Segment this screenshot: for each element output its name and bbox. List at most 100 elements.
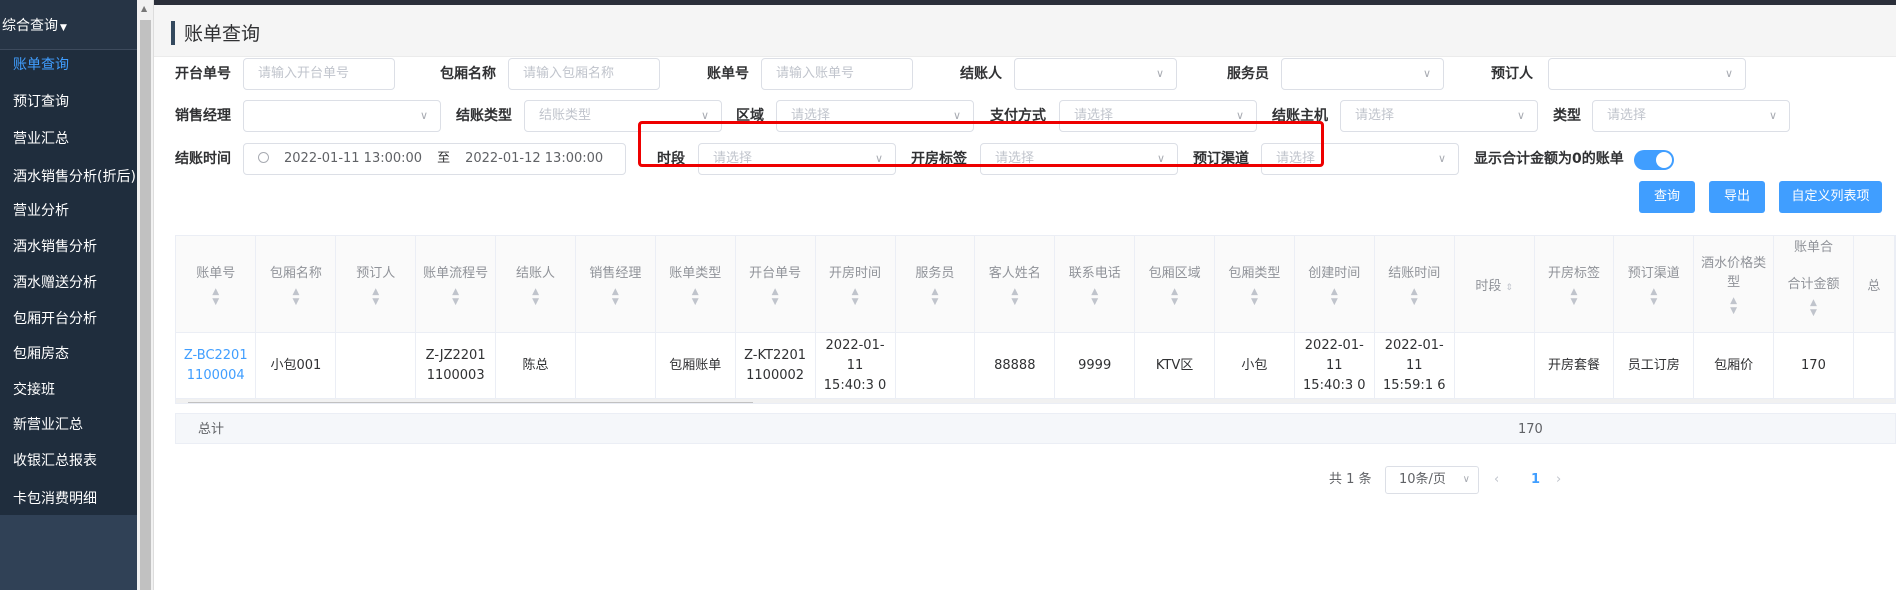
- table-header[interactable]: 结账时间 ▲ ▼: [1374, 236, 1455, 333]
- date-range-separator: 至: [437, 151, 451, 166]
- sort-icon[interactable]: ▲ ▼: [1141, 287, 1208, 307]
- sidebar-group-header[interactable]: 综合查询 ▼: [0, 0, 137, 50]
- table-header[interactable]: 开房时间 ▲ ▼: [815, 236, 896, 333]
- table-header[interactable]: 时段 ⇕: [1454, 236, 1535, 333]
- sidebar-item-bill-query[interactable]: 账单查询: [0, 50, 137, 86]
- table-header-row: 账单号 ▲ ▼ 包厢名称 ▲ ▼ 预订人 ▲ ▼ 账单流程号 ▲ ▼ 结账人 ▲ ▼ 销售经理 ▲ ▼ …: [176, 236, 1895, 333]
- type-select[interactable]: 请选择 ∨: [1592, 100, 1790, 132]
- table-header[interactable]: 客人姓名 ▲ ▼: [974, 236, 1056, 333]
- table-header[interactable]: 服务员 ▲ ▼: [895, 236, 976, 333]
- sidebar-item-drinks-sales[interactable]: 酒水销售分析: [0, 229, 137, 265]
- sidebar-item-booking-query[interactable]: 预订查询: [0, 86, 137, 121]
- page-title-bar: 账单查询: [154, 5, 1896, 57]
- column-label: 服务员: [915, 265, 955, 281]
- sort-icon[interactable]: ▲ ▼: [822, 287, 889, 307]
- sort-icon[interactable]: ▲ ▼: [502, 287, 569, 307]
- sidebar-item-business-analysis[interactable]: 营业分析: [0, 193, 137, 229]
- sort-icon[interactable]: ▲ ▼: [1301, 287, 1368, 307]
- table-header[interactable]: 账单流程号 ▲ ▼: [415, 236, 497, 333]
- sidebar-item-cashier-summary[interactable]: 收银汇总报表: [0, 443, 137, 479]
- custom-columns-button[interactable]: 自定义列表项: [1779, 181, 1882, 213]
- table-header[interactable]: 销售经理 ▲ ▼: [575, 236, 656, 333]
- query-button[interactable]: 查询: [1639, 181, 1695, 213]
- sidebar-item-drinks-gift[interactable]: 酒水赠送分析: [0, 265, 137, 301]
- sidebar-item-business-summary[interactable]: 营业汇总: [0, 121, 137, 157]
- booker-select[interactable]: ∨: [1548, 58, 1746, 90]
- table-cell: 9999: [1054, 332, 1136, 399]
- checkout-person-select[interactable]: ∨: [1014, 58, 1177, 90]
- current-page-number[interactable]: 1: [1531, 465, 1540, 495]
- sort-icon[interactable]: ▲ ▼: [422, 287, 489, 307]
- sidebar-item-room-status[interactable]: 包厢房态: [0, 336, 137, 372]
- sidebar-scrollbar[interactable]: ▲: [137, 0, 154, 590]
- sort-icon[interactable]: ▲ ▼: [1541, 287, 1608, 307]
- sidebar-scroll-thumb[interactable]: [140, 20, 151, 590]
- column-label: 包厢类型: [1228, 265, 1281, 281]
- table-header[interactable]: 包厢类型 ▲ ▼: [1214, 236, 1295, 333]
- show-zero-toggle[interactable]: [1634, 150, 1674, 170]
- table-header[interactable]: 预订渠道 ▲ ▼: [1613, 236, 1695, 333]
- table-header[interactable]: 开房标签 ▲ ▼: [1534, 236, 1615, 333]
- table-scroll-thumb[interactable]: [188, 402, 753, 403]
- checkout-time-range[interactable]: 2022-01-11 13:00:00 至 2022-01-12 13:00:00: [243, 143, 626, 175]
- table-horizontal-scrollbar[interactable]: ◀ ▶: [176, 399, 1895, 403]
- table-header[interactable]: 联系电话 ▲ ▼: [1054, 236, 1136, 333]
- checkout-host-select[interactable]: 请选择 ∨: [1340, 100, 1538, 132]
- table-cell: [1853, 332, 1895, 399]
- prev-page-icon[interactable]: ‹: [1494, 465, 1499, 495]
- sort-icon[interactable]: ▲ ▼: [1381, 287, 1448, 307]
- scroll-up-icon[interactable]: ▲: [141, 4, 147, 13]
- sidebar-item-shift-handover[interactable]: 交接班: [0, 372, 137, 407]
- sort-icon[interactable]: ▲ ▼: [582, 287, 649, 307]
- table-header[interactable]: 包厢区域 ▲ ▼: [1134, 236, 1215, 333]
- table-header[interactable]: 结账人 ▲ ▼: [495, 236, 576, 333]
- sort-icon[interactable]: ▲ ▼: [182, 287, 249, 307]
- table-header[interactable]: 账单号 ▲ ▼: [176, 236, 257, 333]
- sidebar-item-new-business-summary[interactable]: 新营业汇总: [0, 407, 137, 443]
- sidebar-item-drinks-sales-discounted[interactable]: 酒水销售分析(折后): [0, 157, 137, 193]
- bill-no-input[interactable]: 请输入账单号: [761, 58, 913, 90]
- sort-icon[interactable]: ▲ ▼: [981, 287, 1048, 307]
- column-label: 账单类型: [669, 265, 722, 281]
- waiter-select[interactable]: ∨: [1281, 58, 1444, 90]
- sort-icon[interactable]: ▲ ▼: [1700, 296, 1767, 316]
- sales-manager-select[interactable]: ∨: [243, 100, 441, 132]
- sort-icon[interactable]: ▲ ▼: [1780, 298, 1847, 318]
- sort-icon[interactable]: ▲ ▼: [1221, 287, 1288, 307]
- sort-icon[interactable]: ▲ ▼: [902, 287, 969, 307]
- table-header[interactable]: 酒水价格类型 ▲ ▼: [1693, 236, 1775, 333]
- table-header[interactable]: 预订人 ▲ ▼: [335, 236, 417, 333]
- sidebar-item-room-open-analysis[interactable]: 包厢开台分析: [0, 301, 137, 336]
- total-amount: 170: [1518, 422, 1543, 437]
- open-order-no-input[interactable]: 请输入开台单号: [243, 58, 395, 90]
- table-header[interactable]: 开台单号 ▲ ▼: [735, 236, 816, 333]
- checkout-time-start[interactable]: 2022-01-11 13:00:00: [284, 151, 422, 166]
- table-cell: 88888: [974, 332, 1056, 399]
- table-cell: 包厢账单: [655, 332, 736, 399]
- table-header[interactable]: 创建时间 ▲ ▼: [1294, 236, 1375, 333]
- bills-table-grid: 账单号 ▲ ▼ 包厢名称 ▲ ▼ 预订人 ▲ ▼ 账单流程号 ▲ ▼ 结账人 ▲ ▼ 销售经理 ▲ ▼ …: [176, 236, 1895, 399]
- page-size-select[interactable]: 10条/页 ∨: [1385, 466, 1479, 494]
- room-name-input[interactable]: 请输入包厢名称: [508, 58, 660, 90]
- sort-icon[interactable]: ▲ ▼: [1620, 287, 1687, 307]
- table-header[interactable]: 账单合 合计金额 ▲ ▼: [1773, 236, 1854, 333]
- bills-table: 账单号 ▲ ▼ 包厢名称 ▲ ▼ 预订人 ▲ ▼ 账单流程号 ▲ ▼ 结账人 ▲ ▼ 销售经理 ▲ ▼ …: [175, 235, 1896, 404]
- scroll-left-icon[interactable]: ◀: [178, 399, 184, 403]
- pagination-total: 共 1 条: [1329, 472, 1372, 487]
- scroll-right-icon[interactable]: ▶: [1889, 399, 1895, 403]
- sidebar-item-card-consumption[interactable]: 卡包消费明细: [0, 479, 137, 515]
- next-page-icon[interactable]: ›: [1556, 465, 1561, 495]
- export-button[interactable]: 导出: [1709, 181, 1765, 213]
- sort-icon[interactable]: ▲ ▼: [262, 287, 329, 307]
- sort-icon[interactable]: ▲ ▼: [742, 287, 809, 307]
- table-header[interactable]: 总: [1853, 236, 1895, 333]
- bill-no-cell[interactable]: Z-BC2201 1100004: [176, 332, 257, 399]
- table-header[interactable]: 包厢名称 ▲ ▼: [255, 236, 337, 333]
- sort-icon[interactable]: ▲ ▼: [342, 287, 409, 307]
- main-content: 账单查询 开台单号 请输入开台单号 包厢名称 请输入包厢名称 账单号 请输入账单…: [154, 5, 1896, 590]
- table-header[interactable]: 账单类型 ▲ ▼: [655, 236, 736, 333]
- checkout-time-end[interactable]: 2022-01-12 13:00:00: [465, 151, 603, 166]
- sort-icon[interactable]: ▲ ▼: [1061, 287, 1128, 307]
- sort-icon[interactable]: ▲ ▼: [662, 287, 729, 307]
- sort-icon[interactable]: ⇕: [1505, 283, 1513, 293]
